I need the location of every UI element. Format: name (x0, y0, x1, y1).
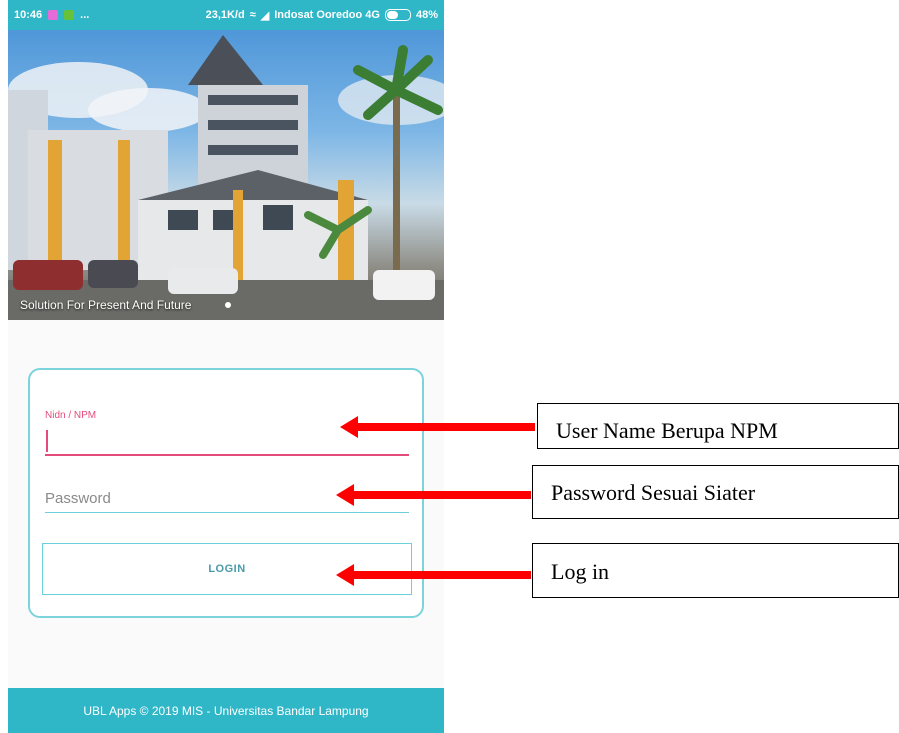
banner-caption: Solution For Present And Future (20, 298, 192, 312)
campus-banner-image: Solution For Present And Future (8, 30, 444, 320)
annotation-password: Password Sesuai Siater (532, 465, 899, 519)
more-notifications: ... (80, 9, 90, 21)
carousel-indicator-dot[interactable] (225, 302, 231, 308)
arrow-to-password (336, 484, 531, 506)
npm-field-label: Nidn / NPM (45, 410, 97, 421)
app-notification-icon (64, 10, 75, 20)
footer-copyright: UBL Apps © 2019 MIS - Universitas Bandar… (83, 703, 369, 718)
network-speed: 23,1K/d (205, 9, 245, 21)
arrow-to-username (340, 416, 535, 438)
footer-bar: UBL Apps © 2019 MIS - Universitas Bandar… (8, 688, 444, 733)
carrier-name: Indosat Ooredoo 4G (274, 9, 380, 21)
text-cursor (46, 430, 48, 452)
annotation-login: Log in (532, 543, 899, 598)
annotation-username: User Name Berupa NPM (537, 403, 899, 449)
status-right: 23,1K/d ≈ ◢ Indosat Ooredoo 4G 48% (206, 9, 438, 22)
campus-building-illustration (8, 35, 444, 320)
battery-percent: 48% (415, 9, 438, 21)
signal-icon: ◢ (260, 9, 270, 22)
wifi-icon: ≈ (249, 9, 256, 21)
arrow-to-login (336, 564, 531, 586)
gallery-notification-icon (48, 10, 59, 20)
status-time: 10:46 (14, 9, 43, 21)
phone-screenshot: 10:46 ... 23,1K/d ≈ ◢ Indosat Ooredoo 4G… (8, 0, 444, 733)
battery-icon (384, 9, 411, 21)
status-bar: 10:46 ... 23,1K/d ≈ ◢ Indosat Ooredoo 4G… (8, 0, 444, 30)
